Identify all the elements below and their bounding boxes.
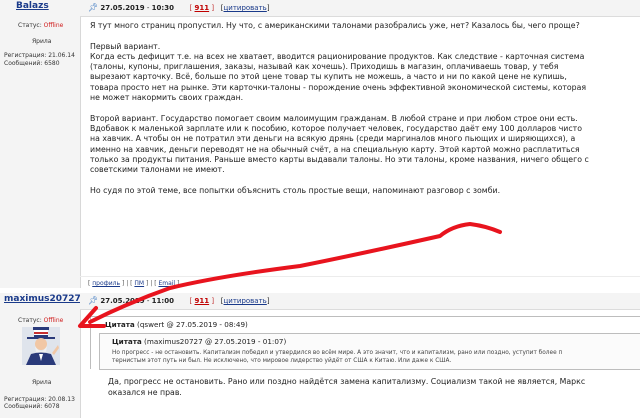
post-balazs: Balazs Статус: Offline Ярила Регистрация… bbox=[0, 0, 640, 288]
messages-line: Сообщений: 6078 bbox=[4, 403, 60, 410]
paragraph-1: Я тут много страниц пропустил. Ну что, с… bbox=[90, 21, 580, 30]
uncle-sam-avatar[interactable] bbox=[22, 327, 60, 365]
inner-quote-block: Цитата (maximus20727 @ 27.05.2019 - 01:0… bbox=[99, 333, 640, 370]
inner-quote-text: Но прогресс - не остановить. Капитализм … bbox=[112, 350, 563, 364]
status-offline: Offline bbox=[43, 317, 64, 324]
footer-divider bbox=[80, 276, 640, 277]
quote-button[interactable]: цитировать bbox=[224, 4, 267, 12]
status-line: Статус: Offline bbox=[18, 317, 64, 324]
post-footer-links: [ профиль ] | [ ПМ ] | [ Email ] bbox=[88, 280, 180, 287]
inner-quote-header: Цитата (maximus20727 @ 27.05.2019 - 01:0… bbox=[112, 337, 287, 346]
post-header-meta: 📌︎ 27.05.2019 - 11:00 [ 911 ] [цитироват… bbox=[88, 296, 270, 305]
messages-line: Сообщений: 6580 bbox=[4, 60, 60, 67]
post-author-sidebar: Balazs Статус: Offline Ярила Регистрация… bbox=[0, 0, 81, 288]
registration-line: Регистрация: 20.08.13 bbox=[4, 396, 75, 403]
email-link[interactable]: Email bbox=[158, 280, 175, 287]
paragraph-2: Первый вариант. Когда есть дефицит т.е. … bbox=[90, 41, 587, 103]
post-number-link[interactable]: 911 bbox=[195, 4, 210, 12]
author-name-link[interactable]: maximus20727 bbox=[4, 294, 81, 304]
quote-button[interactable]: цитировать bbox=[224, 297, 267, 305]
avatar-image bbox=[22, 327, 60, 365]
thumbtack-icon[interactable]: 📌︎ bbox=[88, 3, 98, 12]
thumbtack-icon[interactable]: 📌︎ bbox=[88, 296, 98, 305]
post-maximus20727: maximus20727 Статус: Offline Ярила Регис… bbox=[0, 293, 640, 418]
status-offline: Offline bbox=[43, 22, 64, 29]
outer-quote-block: Цитата (qswert @ 27.05.2019 - 08:49) Цит… bbox=[90, 316, 640, 370]
post-header-meta: 📌︎ 27.05.2019 - 10:30 [ 911 ] [цитироват… bbox=[88, 3, 270, 12]
post-body: Я тут много страниц пропустил. Ну что, с… bbox=[90, 21, 630, 196]
author-location: Ярила bbox=[32, 379, 52, 386]
outer-quote-header: Цитата (qswert @ 27.05.2019 - 08:49) bbox=[105, 320, 248, 329]
status-line: Статус: Offline bbox=[18, 22, 64, 29]
author-name-link[interactable]: Balazs bbox=[16, 1, 49, 11]
paragraph-3: Второй вариант. Государство помогает сво… bbox=[90, 113, 589, 175]
registration-line: Регистрация: 21.06.14 bbox=[4, 52, 75, 59]
post-author-sidebar: maximus20727 Статус: Offline Ярила Регис… bbox=[0, 293, 81, 418]
post-number-link[interactable]: 911 bbox=[195, 297, 210, 305]
profile-link[interactable]: профиль bbox=[92, 280, 120, 287]
paragraph-4: Но судя по этой теме, все попытки объясн… bbox=[90, 185, 501, 195]
reply-text: Да, прогресс не остановить. Рано или поз… bbox=[108, 377, 586, 397]
pm-link[interactable]: ПМ bbox=[134, 280, 144, 287]
author-location: Ярила bbox=[32, 38, 52, 45]
